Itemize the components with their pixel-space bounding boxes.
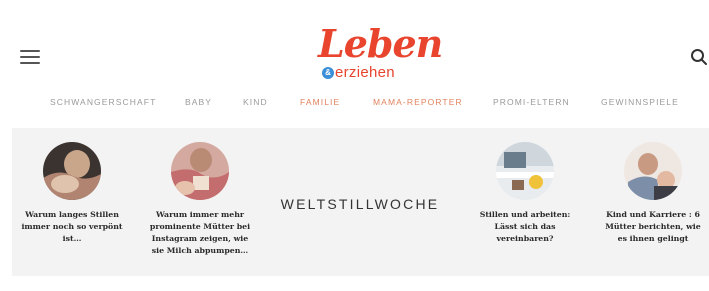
article-thumbnail	[496, 142, 554, 200]
nav-item-gewinnspiele[interactable]: GEWINNSPIELE	[601, 96, 679, 108]
logo-main-text: Leben	[318, 21, 443, 66]
logo-ampersand: &	[322, 67, 334, 79]
article-thumbnail	[43, 142, 101, 200]
article-teaser-2[interactable]: Warum immer mehr prominente Mütter bei I…	[140, 142, 260, 257]
article-teaser-4[interactable]: Kind und Karriere : 6 Mütter berichten, …	[593, 142, 709, 245]
article-title: Warum langes Stillen immer noch so verpö…	[21, 210, 123, 243]
site-header: Leben & erziehen SCHWANGERSCHAFT BABY KI…	[0, 0, 709, 128]
nav-item-mama-reporter[interactable]: MAMA-REPORTER	[373, 96, 463, 108]
article-teaser-1[interactable]: Warum langes Stillen immer noch so verpö…	[12, 142, 132, 245]
article-title: Kind und Karriere : 6 Mütter berichten, …	[605, 210, 701, 243]
nav-item-kind[interactable]: KIND	[243, 96, 268, 108]
site-logo[interactable]: Leben & erziehen	[318, 22, 443, 84]
nav-item-baby[interactable]: BABY	[185, 96, 212, 108]
nav-item-promi-eltern[interactable]: PROMI-ELTERN	[493, 96, 570, 108]
feature-title: WELTSTILLWOCHE	[280, 196, 440, 212]
article-title: Warum immer mehr prominente Mütter bei I…	[149, 210, 251, 255]
nav-item-familie[interactable]: FAMILIE	[300, 96, 340, 108]
article-title: Stillen und arbeiten: Lässt sich das ver…	[479, 210, 571, 243]
nav-item-schwangerschaft[interactable]: SCHWANGERSCHAFT	[50, 96, 156, 108]
logo-sub-text: erziehen	[335, 64, 395, 81]
search-icon[interactable]	[690, 48, 708, 66]
article-teaser-3[interactable]: Stillen und arbeiten: Lässt sich das ver…	[465, 142, 585, 245]
main-nav: SCHWANGERSCHAFT BABY KIND FAMILIE MAMA-R…	[0, 96, 709, 110]
article-thumbnail	[171, 142, 229, 200]
hamburger-menu-icon[interactable]	[20, 50, 40, 66]
article-thumbnail	[624, 142, 682, 200]
